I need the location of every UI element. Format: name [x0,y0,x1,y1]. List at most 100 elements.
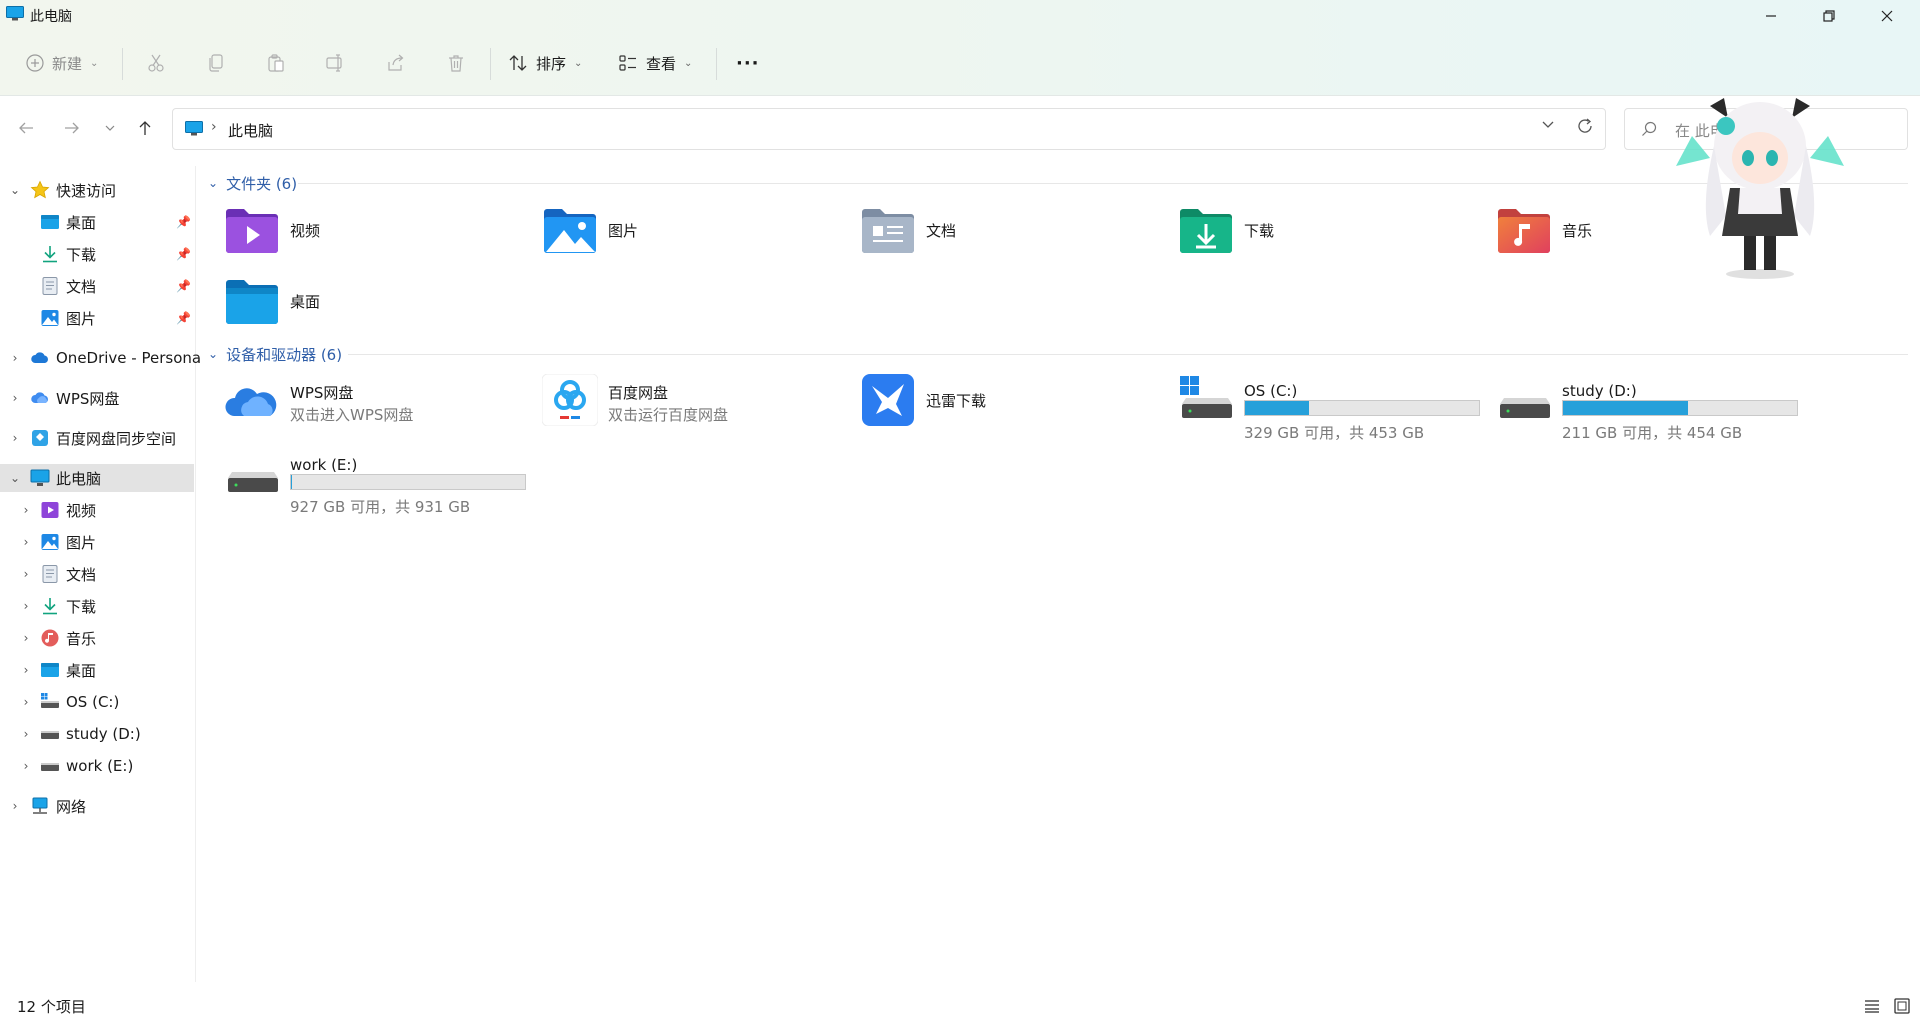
pin-icon[interactable]: 📌 [176,279,191,293]
sidebar-item-quick-downloads[interactable]: 下载 📌 [0,240,196,268]
minimize-icon [1766,15,1776,17]
item-count: 12 个项目 [17,998,86,1016]
back-button[interactable] [12,114,40,142]
chevron-right-icon[interactable]: › [8,431,22,445]
sidebar-item-drive-e[interactable]: › work (E:) [0,752,196,780]
folders-section-header[interactable]: ⌄ 文件夹 (6) [208,171,297,195]
sidebar-item-onedrive[interactable]: › OneDrive - Persona [0,344,201,372]
chevron-right-icon[interactable]: › [19,567,33,581]
chevron-right-icon[interactable]: › [19,663,33,677]
details-view-button[interactable] [1862,996,1882,1016]
folders-section-title: 文件夹 (6) [226,174,298,193]
large-icons-view-button[interactable] [1892,996,1912,1016]
up-button[interactable] [131,114,159,142]
sidebar-item-quick-documents[interactable]: 文档 📌 [0,272,196,300]
breadcrumb-this-pc[interactable]: 此电脑 [228,120,273,141]
sidebar-item-this-pc[interactable]: ⌄ 此电脑 [0,464,194,492]
sort-button[interactable]: 排序 ⌄ [508,40,582,86]
sidebar-item-pictures[interactable]: › 图片 [0,528,196,556]
view-button[interactable]: 查看 ⌄ [618,40,692,86]
drive-c[interactable]: OS (C:) 329 GB 可用，共 453 GB [1178,374,1488,442]
folder-videos[interactable]: 视频 [224,204,504,264]
sidebar-item-baidu-sync[interactable]: › 百度网盘同步空间 [0,424,196,452]
devices-section-header[interactable]: ⌄ 设备和驱动器 (6) [208,342,342,366]
folder-desktop[interactable]: 桌面 [224,275,504,335]
sidebar-item-music[interactable]: › 音乐 [0,624,196,652]
sidebar-item-videos[interactable]: › 视频 [0,496,196,524]
chevron-right-icon[interactable]: › [8,351,22,365]
chevron-down-icon[interactable]: ⌄ [8,183,22,197]
chevron-right-icon[interactable]: › [19,599,33,613]
chevron-right-icon[interactable]: › [19,631,33,645]
title-bar[interactable]: 此电脑 [0,0,1920,32]
chevron-down-icon[interactable]: ⌄ [8,471,22,485]
delete-button[interactable] [446,40,466,86]
toolbar-divider [490,48,491,80]
sidebar-item-quick-access[interactable]: ⌄ 快速访问 [0,176,196,204]
windows-drive-icon [1180,376,1232,418]
chevron-down-icon[interactable]: ⌄ [208,347,218,361]
sidebar-item-documents[interactable]: › 文档 [0,560,196,588]
new-button[interactable]: 新建 ⌄ [26,40,98,86]
share-icon [388,54,404,71]
sidebar-item-drive-c[interactable]: › OS (C:) [0,688,196,716]
address-history-button[interactable] [1537,117,1559,139]
sidebar-item-drive-d[interactable]: › study (D:) [0,720,196,748]
chevron-right-icon[interactable]: › [19,759,33,773]
sidebar-item-network[interactable]: › 网络 [0,792,196,820]
baidu-netdisk[interactable]: 百度网盘 双击运行百度网盘 [542,374,822,434]
chevron-right-icon[interactable]: › [19,503,33,517]
close-button[interactable] [1858,0,1916,32]
rename-button[interactable] [326,40,346,86]
cut-button[interactable] [146,40,166,86]
pin-icon[interactable]: 📌 [176,247,191,261]
details-view-icon [1865,1000,1879,1013]
sidebar-item-quick-desktop[interactable]: 桌面 📌 [0,208,196,236]
arrow-right-icon [65,122,79,134]
folder-downloads[interactable]: 下载 [1178,204,1458,264]
forward-button[interactable] [58,114,86,142]
sidebar-item-desktop[interactable]: › 桌面 [0,656,196,684]
chevron-down-icon: ⌄ [684,57,693,69]
folder-documents[interactable]: 文档 [860,204,1140,264]
drive-name: study (D:) [1562,382,1637,400]
copy-button[interactable] [206,40,226,86]
computer-icon [6,6,24,21]
music-icon [41,629,59,647]
drive-d[interactable]: study (D:) 211 GB 可用，共 454 GB [1496,374,1806,442]
paste-button[interactable] [266,40,286,86]
sidebar-item-wps[interactable]: › WPS网盘 [0,384,196,412]
chevron-right-icon[interactable]: › [8,391,22,405]
window-chrome: 此电脑 新建 ⌄ 排序 ⌄ 查看 ⌄ ··· [0,0,1920,96]
sidebar-item-label: 视频 [66,501,97,520]
wps-cloud-drive[interactable]: WPS网盘 双击进入WPS网盘 [224,374,504,434]
video-icon [41,502,59,518]
windows-drive-icon [41,693,59,708]
recent-locations-button[interactable] [96,114,124,142]
chevron-right-icon[interactable]: › [19,727,33,741]
chevron-down-icon[interactable]: ⌄ [208,176,218,190]
drive-icon [228,472,278,492]
desktop-folder-icon [226,280,278,324]
xunlei-download[interactable]: 迅雷下载 [860,374,1140,434]
refresh-button[interactable] [1573,117,1597,141]
plus-circle-icon [26,54,44,72]
restore-button[interactable] [1800,0,1858,32]
network-icon [32,797,48,814]
sidebar-item-quick-pictures[interactable]: 图片 📌 [0,304,196,332]
desktop-mascot-image[interactable] [1670,96,1850,282]
chevron-right-icon[interactable]: › [8,799,22,813]
chevron-right-icon[interactable]: › [19,695,33,709]
chevron-right-icon[interactable]: › [19,535,33,549]
pin-icon[interactable]: 📌 [176,311,191,325]
share-button[interactable] [386,40,406,86]
address-bar[interactable]: › 此电脑 [172,108,1606,150]
breadcrumb-chevron-icon[interactable]: › [211,119,217,135]
sidebar-item-downloads[interactable]: › 下载 [0,592,196,620]
more-options-button[interactable]: ··· [736,40,760,86]
pin-icon[interactable]: 📌 [176,215,191,229]
desktop-folder-icon [41,663,59,677]
drive-e[interactable]: work (E:) 927 GB 可用，共 931 GB [224,448,534,516]
minimize-button[interactable] [1742,0,1800,32]
folder-pictures[interactable]: 图片 [542,204,822,264]
